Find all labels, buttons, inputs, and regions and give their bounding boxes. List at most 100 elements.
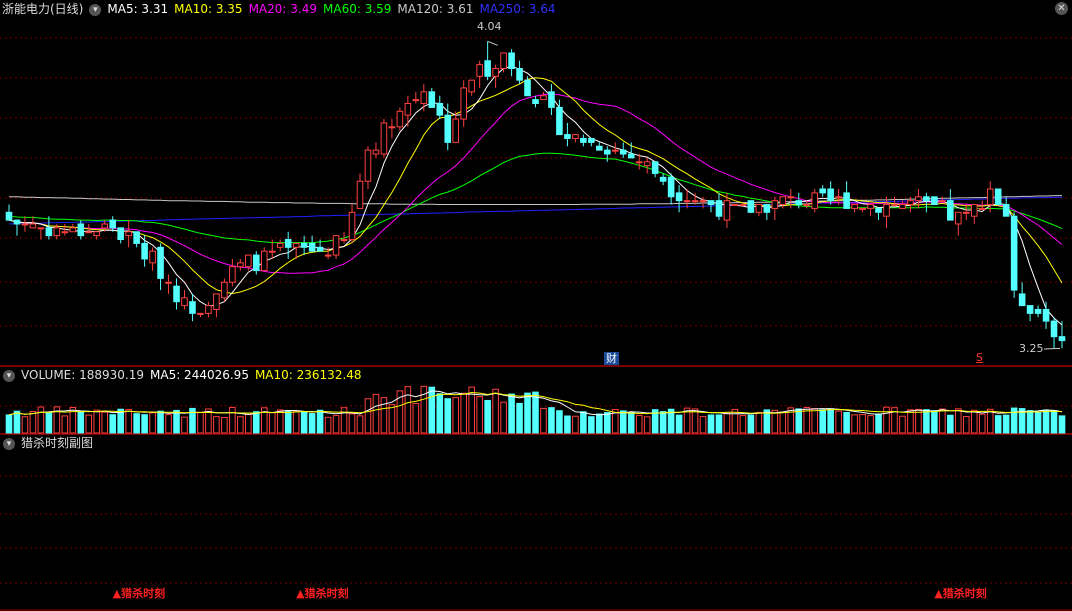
volume-bar [978,413,986,434]
candle-body [962,211,970,214]
candle-body [986,188,994,206]
volume-bar [851,414,858,434]
volume-bar [1026,410,1034,434]
volume-bar [923,409,930,434]
volume-bar [1002,414,1010,434]
candle-body [340,239,348,242]
close-icon[interactable]: ✕ [1055,2,1068,15]
volume-bar [77,410,85,434]
candle-body [284,239,292,248]
volume-bar [93,409,101,434]
volume-bar [859,414,866,434]
candle-body [931,196,938,206]
collapse-icon[interactable]: ▾ [3,437,15,450]
volume-bar [85,414,93,434]
volume-bar [516,402,523,434]
volume-bar [412,403,420,434]
volume-bar [699,416,707,434]
volume-bar [779,411,787,434]
ma10-value: MA10: 3.35 [174,2,243,16]
candle-body [468,79,475,93]
candle-body [548,91,555,108]
volume-bar [268,412,276,434]
hunt-signal-label: ▲猎杀时刻 [112,587,166,600]
volume-bar [404,386,412,434]
volume-bar [548,407,555,434]
volume-bar [460,392,467,434]
volume-bar [723,412,731,434]
candle-body [739,204,747,207]
candle-body [899,204,906,209]
candle-body [356,180,364,209]
candle-body [5,211,13,221]
volume-bar [1042,409,1050,434]
volume-bar [428,386,436,434]
stock-title: 浙能电力(日线) [2,2,84,16]
collapse-icon[interactable]: ▾ [89,3,102,16]
volume-bar [747,414,755,434]
low-price-label: 3.25 [1019,342,1044,355]
candle-body [260,250,268,272]
candle-body [947,200,954,221]
candle-body [252,254,260,272]
candle-body [53,227,61,237]
candle-body [596,145,603,151]
candle-body [883,204,890,217]
volume-bar [157,410,164,434]
volume-bar [476,396,483,434]
candle-body [580,137,587,143]
volume-bar [452,397,460,434]
candle-body [611,149,619,152]
volume-bar [731,408,739,434]
candle-body [1058,336,1066,342]
candle-body [691,200,699,203]
volume-bar [986,408,994,434]
volume-bar [643,416,651,434]
volume-bar [300,411,308,434]
volume-bar [1050,410,1058,434]
volume-panel-header: ▾ VOLUME: 188930.19 MA5: 244026.95 MA10: 23… [0,366,368,384]
candle-body [45,227,53,237]
volume-bar [795,408,803,434]
s-event-marker[interactable]: S [976,351,983,364]
candle-body [1010,215,1018,291]
volume-bar [907,409,914,434]
ma120-value: MA120: 3.61 [397,2,474,16]
candle-body [428,91,436,108]
volume-ma10-value: MA10: 236132.48 [254,368,362,382]
candle-body [540,95,547,101]
candle-body [723,200,731,221]
candle-body [308,242,316,252]
candle-body [21,223,29,226]
volume-bar [133,413,140,434]
candle-body [292,242,300,248]
volume-bar [588,416,595,434]
candle-body [133,231,140,244]
volume-bar [332,415,340,434]
ma5-value: MA5: 3.31 [107,2,169,16]
candle-body [508,52,515,70]
candle-body [500,52,507,70]
candle-body [978,207,986,210]
candle-body [181,297,188,307]
candle-body [37,227,45,230]
financial-event-marker[interactable]: 财 [604,352,619,365]
volume-bar [540,407,547,434]
candle-body [276,242,284,248]
candle-body [923,196,930,202]
stock-chart-window: 浙能电力(日线) ▾ MA5: 3.31 MA10: 3.35 MA20: 3.49 MA… [0,0,1072,611]
volume-bar [276,409,284,434]
high-price-pointer [487,40,498,46]
candle-body [221,281,228,299]
candle-body [875,207,882,213]
volume-bar [21,416,29,434]
volume-bar [229,406,236,434]
candle-body [13,219,21,225]
volume-bar [532,391,539,434]
volume-bar [444,398,452,434]
volume-bar [237,416,244,434]
collapse-icon[interactable]: ▾ [3,369,15,382]
volume-bar [348,413,356,434]
candle-body [388,126,396,129]
volume-bar [1058,415,1066,434]
